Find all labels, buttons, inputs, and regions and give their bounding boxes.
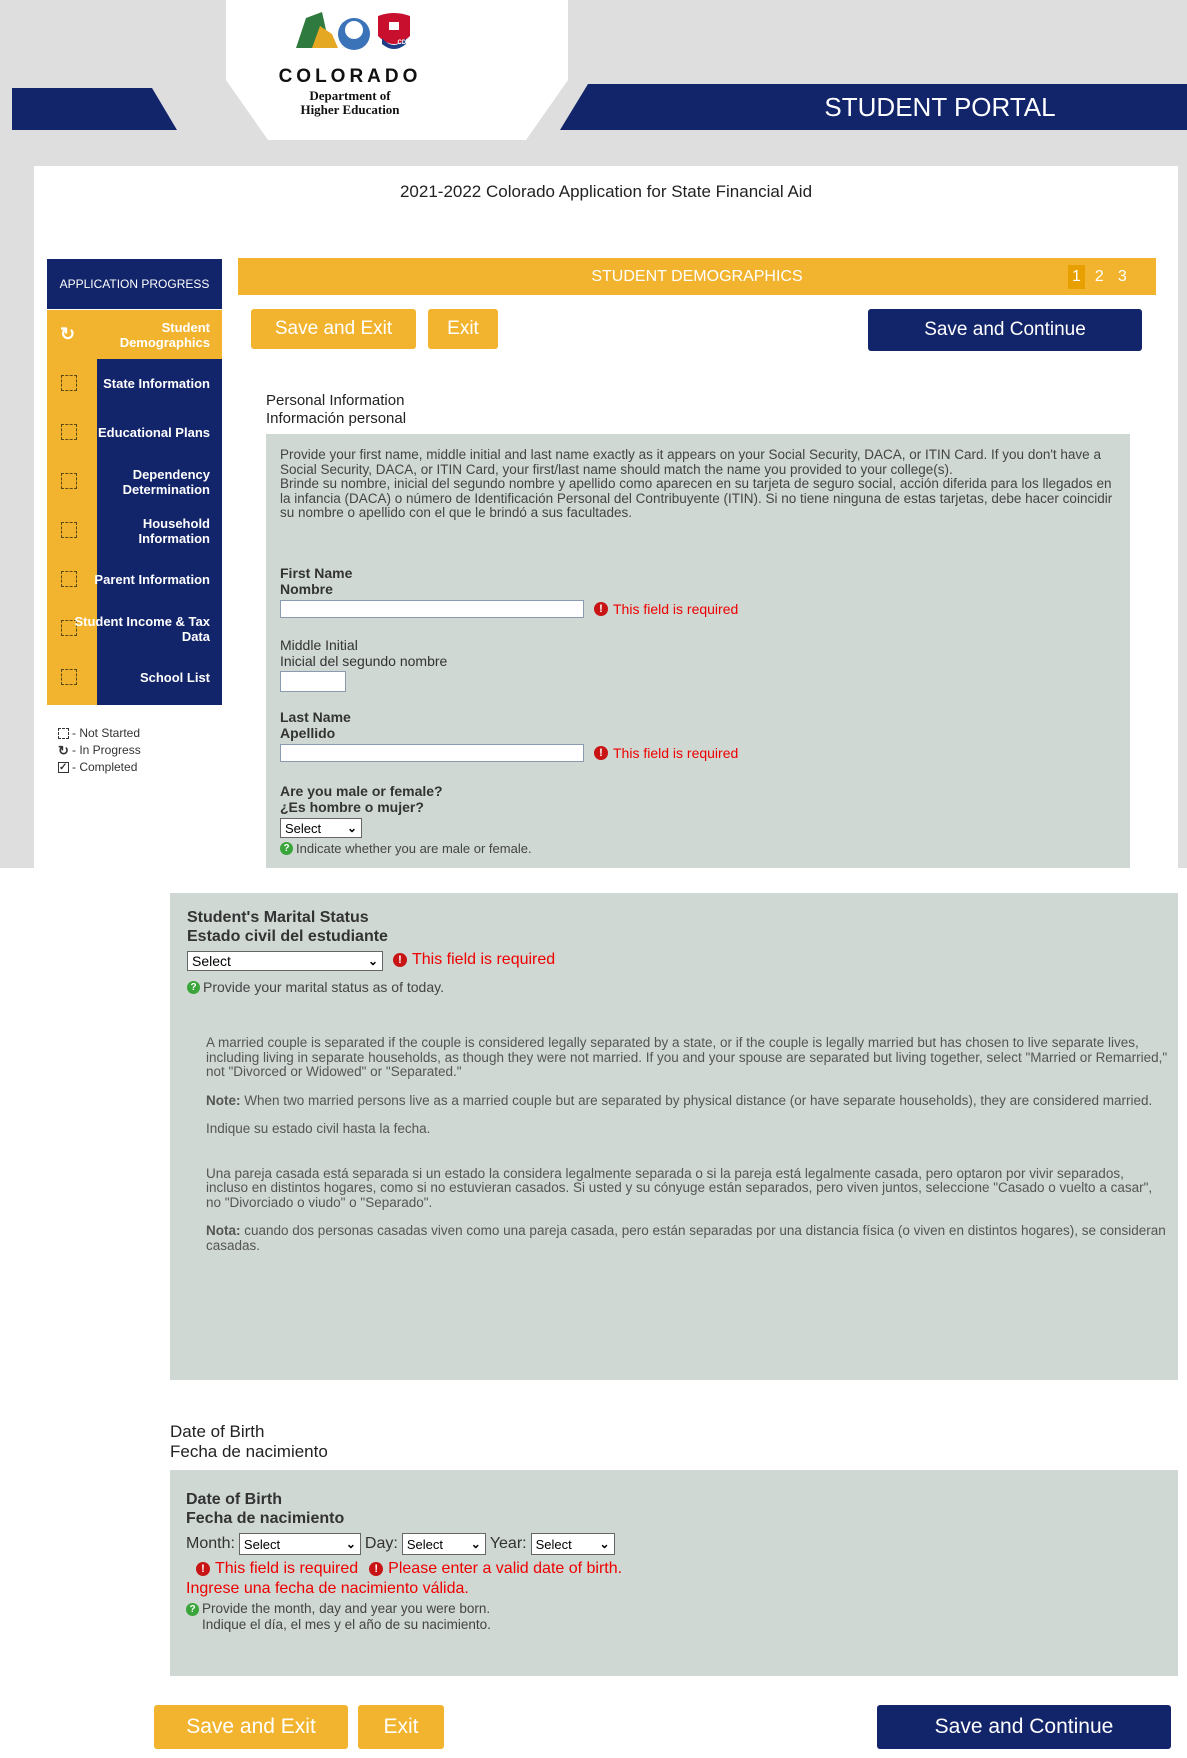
marital-status-select[interactable]: Select ⌄: [187, 951, 383, 971]
progress-legend: - Not Started ↻ - In Progress ✓ - Complete…: [58, 725, 208, 776]
dashed-square-icon: [58, 728, 69, 739]
sidebar-item-school-list[interactable]: School List: [47, 653, 222, 702]
sidebar-item-label: Student Income & Tax Data: [74, 613, 210, 644]
marital-note-es: Nota: cuando dos personas casadas viven …: [206, 1223, 1166, 1253]
logo-dept-line2: Higher Education: [300, 102, 400, 117]
name-instructions-en: Provide your first name, middle initial …: [280, 447, 1101, 477]
question-circle-icon: ?: [187, 980, 200, 994]
save-and-exit-button-bottom[interactable]: Save and Exit: [154, 1705, 348, 1749]
legend-not-started: - Not Started: [72, 726, 141, 740]
page-number[interactable]: 3: [1114, 265, 1131, 289]
marital-description: A married couple is separated if the cou…: [206, 1035, 1168, 1253]
sex-help: ? Indicate whether you are male or femal…: [280, 841, 532, 856]
day-label: Day:: [364, 1535, 398, 1552]
month-label: Month:: [186, 1535, 235, 1552]
last-name-label: Last Name Apellido: [280, 709, 351, 741]
exit-button-bottom[interactable]: Exit: [358, 1705, 444, 1749]
sex-select[interactable]: Select ⌄: [280, 818, 362, 838]
page-number[interactable]: 2: [1091, 265, 1108, 289]
last-name-input[interactable]: [280, 744, 584, 762]
personal-info-heading: Personal Information Información persona…: [266, 392, 406, 428]
marital-para-en: A married couple is separated if the cou…: [206, 1035, 1168, 1079]
name-instructions: Provide your first name, middle initial …: [280, 447, 1120, 521]
marital-status-help: ? Provide your marital status as of toda…: [187, 979, 444, 995]
year-select[interactable]: Select ⌄: [530, 1533, 615, 1555]
middle-initial-input[interactable]: [280, 671, 346, 692]
chevron-down-icon: ⌄: [470, 1537, 481, 1551]
legend-in-progress: - In Progress: [72, 743, 141, 757]
logo-state-name: COLORADO: [278, 66, 422, 87]
sidebar-item-label: State Information: [103, 376, 210, 391]
section-title: STUDENT DEMOGRAPHICS: [591, 268, 803, 285]
chevron-down-icon: ⌄: [345, 1537, 356, 1551]
application-title: 2021-2022 Colorado Application for State…: [399, 182, 813, 201]
sidebar-item-student-demographics[interactable]: ↻ Student Demographics: [47, 310, 222, 359]
dob-help: ? Provide the month, day and year you wer…: [186, 1601, 491, 1633]
sidebar-item-dependency-determination[interactable]: Dependency Determination: [47, 457, 222, 506]
personal-info-heading-en: Personal Information: [266, 392, 405, 409]
marital-note-en: Note: When two married persons live as a…: [206, 1092, 1153, 1108]
exit-button[interactable]: Exit: [428, 309, 498, 349]
dob-heading: Date of Birth Fecha de nacimiento: [170, 1422, 328, 1461]
save-and-exit-button[interactable]: Save and Exit: [251, 309, 416, 349]
dob-label: Date of Birth Fecha de nacimiento: [186, 1491, 345, 1527]
chevron-down-icon: ⌄: [599, 1537, 610, 1551]
page-indicator: 1 2 3: [1068, 265, 1131, 289]
last-name-error: ! This field is required: [594, 745, 738, 761]
first-name-error: ! This field is required: [594, 601, 738, 617]
sidebar-item-state-information[interactable]: State Information: [47, 359, 222, 408]
sidebar-item-student-income-tax[interactable]: Student Income & Tax Data: [47, 604, 222, 653]
page-number-current[interactable]: 1: [1068, 265, 1085, 289]
sidebar-item-label: Household Information: [138, 515, 211, 546]
dob-selectors: Month: Select ⌄ Day: Select ⌄ Year: Select…: [186, 1532, 615, 1556]
sidebar-item-label: Dependency Determination: [122, 466, 210, 497]
logo-department: Department of Higher Education: [250, 89, 450, 117]
dob-errors: ! This field is required ! Please enter …: [196, 1560, 622, 1578]
year-label: Year:: [489, 1535, 527, 1552]
logo-badge: CDHE: [397, 40, 415, 46]
exclamation-circle-icon: !: [594, 746, 608, 760]
day-select[interactable]: Select ⌄: [401, 1533, 486, 1555]
exclamation-circle-icon: !: [594, 602, 608, 616]
refresh-icon: ↻: [58, 743, 69, 758]
month-select[interactable]: Select ⌄: [238, 1533, 361, 1555]
exclamation-circle-icon: !: [196, 1562, 210, 1576]
sidebar-item-label: Educational Plans: [98, 425, 210, 440]
chevron-down-icon: ⌄: [346, 821, 357, 835]
chevron-down-icon: ⌄: [367, 954, 378, 968]
sidebar-item-label: Student Demographics: [119, 319, 210, 350]
name-instructions-es: Brinde su nombre, inicial del segundo no…: [280, 476, 1113, 520]
save-and-continue-button-bottom[interactable]: Save and Continue: [877, 1705, 1171, 1749]
personal-info-heading-es: Información personal: [266, 410, 407, 427]
progress-heading: APPLICATION PROGRESS: [47, 259, 222, 309]
portal-title: STUDENT PORTAL: [824, 92, 1056, 122]
marital-para-es-short: Indique su estado civil hasta la fecha.: [206, 1121, 431, 1136]
marital-para-es: Una pareja casada está separada si un es…: [206, 1165, 1153, 1210]
exclamation-circle-icon: !: [393, 953, 407, 967]
sidebar-item-label: School List: [139, 670, 210, 685]
sidebar-item-label: Parent Information: [94, 572, 210, 587]
progress-list: ↻ Student Demographics State Information…: [47, 310, 222, 705]
logo-dept-line1: Department of: [309, 88, 391, 103]
marital-status-label: Student's Marital Status Estado civil de…: [187, 909, 388, 945]
first-name-input[interactable]: [280, 600, 584, 618]
middle-initial-label: Middle Initial Inicial del segundo nombr…: [280, 637, 448, 669]
sex-question-label: Are you male or female? ¿Es hombre o muj…: [280, 783, 443, 815]
dob-error-es: Ingrese una fecha de nacimiento válida.: [186, 1580, 469, 1597]
checked-square-icon: ✓: [58, 762, 69, 773]
question-circle-icon: ?: [280, 842, 293, 855]
save-and-continue-button[interactable]: Save and Continue: [868, 309, 1142, 351]
exclamation-circle-icon: !: [369, 1562, 384, 1576]
legend-completed: - Completed: [72, 760, 138, 774]
marital-status-error: ! This field is required: [393, 951, 555, 969]
sidebar-item-educational-plans[interactable]: Educational Plans: [47, 408, 222, 457]
header-band-left: [12, 88, 177, 130]
question-circle-icon: ?: [186, 1602, 199, 1616]
sidebar-item-parent-information[interactable]: Parent Information: [47, 555, 222, 604]
first-name-label: First Name Nombre: [280, 565, 353, 597]
sidebar-item-household-information[interactable]: Household Information: [47, 506, 222, 555]
